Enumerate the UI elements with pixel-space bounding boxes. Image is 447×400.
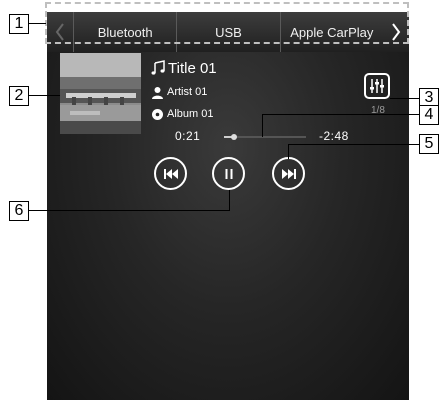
disc-icon <box>152 108 163 120</box>
tab-scroll-left-button[interactable] <box>47 12 73 52</box>
callout-6: 6 <box>9 201 29 221</box>
callout-leader-3 <box>390 98 419 99</box>
sound-settings-button[interactable] <box>364 73 390 99</box>
callout-leader-4b <box>262 114 419 115</box>
callout-leader-5a <box>288 144 289 159</box>
pause-icon <box>225 168 232 179</box>
tab-bluetooth[interactable]: Bluetooth <box>73 12 176 52</box>
progress-handle[interactable] <box>230 134 237 140</box>
track-info: Title 01 Artist 01 Album 01 <box>151 56 217 124</box>
tab-apple-carplay[interactable]: Apple CarPlay <box>279 12 383 52</box>
album-row: Album 01 <box>151 104 217 124</box>
album-name: Album 01 <box>167 108 214 120</box>
track-title-row: Title 01 <box>151 56 217 80</box>
track-title: Title 01 <box>168 59 217 77</box>
callout-4: 4 <box>419 105 439 125</box>
previous-track-button[interactable] <box>154 157 187 190</box>
audio-player-screen: Bluetooth USB Apple CarPlay Title 01 Art… <box>47 12 409 400</box>
album-art-image <box>60 53 141 134</box>
artist-name: Artist 01 <box>167 86 208 98</box>
skip-forward-icon <box>281 168 296 179</box>
chevron-right-icon <box>392 23 401 41</box>
callout-2: 2 <box>9 86 29 106</box>
artist-row: Artist 01 <box>151 82 217 102</box>
callout-5: 5 <box>419 134 439 154</box>
tab-scroll-right-button[interactable] <box>383 12 409 52</box>
callout-leader-6b <box>28 210 230 211</box>
source-tab-bar: Bluetooth USB Apple CarPlay <box>47 12 409 52</box>
callout-leader-2 <box>28 95 60 96</box>
callout-leader-6a <box>229 190 230 210</box>
person-icon <box>152 86 163 99</box>
callout-1: 1 <box>9 14 29 34</box>
callout-leader-5b <box>288 144 419 145</box>
callout-leader-4a <box>262 114 263 137</box>
pause-button[interactable] <box>212 157 245 190</box>
chevron-left-icon <box>55 23 64 41</box>
callout-leader-1 <box>28 23 46 24</box>
equalizer-icon <box>370 79 384 93</box>
album-art[interactable] <box>60 53 141 134</box>
elapsed-time: 0:21 <box>175 129 201 143</box>
next-track-button[interactable] <box>272 157 305 190</box>
progress-bar[interactable] <box>224 134 306 140</box>
remaining-time: -2:48 <box>319 129 349 143</box>
skip-back-icon <box>163 168 178 179</box>
tab-usb[interactable]: USB <box>176 12 279 52</box>
music-note-icon <box>151 60 165 75</box>
